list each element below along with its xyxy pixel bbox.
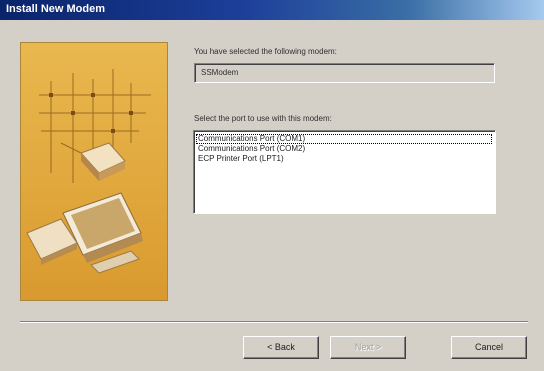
selected-modem-label: You have selected the following modem: <box>194 47 337 56</box>
port-select-label: Select the port to use with this modem: <box>194 114 332 123</box>
install-modem-dialog: Install New Modem You have selected the … <box>0 0 544 371</box>
port-item-com1[interactable]: Communications Port (COM1) <box>196 134 492 144</box>
title-bar[interactable]: Install New Modem <box>0 0 544 20</box>
port-item-com2[interactable]: Communications Port (COM2) <box>196 144 495 154</box>
selected-modem-field: SSModem <box>194 63 495 83</box>
window-title: Install New Modem <box>6 3 106 15</box>
back-button[interactable]: < Back <box>243 336 319 359</box>
port-listbox[interactable]: Communications Port (COM1) Communication… <box>193 130 496 214</box>
port-item-lpt1[interactable]: ECP Printer Port (LPT1) <box>196 154 495 164</box>
modem-illustration <box>20 42 168 301</box>
cancel-button[interactable]: Cancel <box>451 336 527 359</box>
footer-separator <box>20 321 528 323</box>
next-button[interactable]: Next > <box>330 336 406 359</box>
